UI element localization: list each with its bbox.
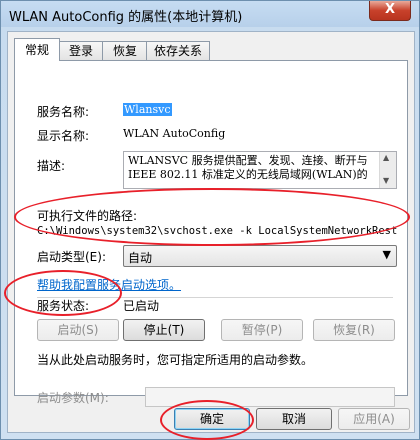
service-name-value[interactable]: Wlansvc (123, 103, 172, 116)
description-box[interactable]: WLANSVC 服务提供配置、发现、连接、断开与 IEEE 802.11 标准定… (123, 151, 397, 189)
start-service-button[interactable]: 启动(S) (37, 319, 119, 341)
start-params-input[interactable] (145, 387, 395, 407)
description-line-2: IEEE 802.11 标准定义的无线局域网(WLAN)的 (128, 168, 368, 181)
tab-dependencies[interactable]: 依存关系 (146, 41, 210, 60)
startup-type-select[interactable]: 自动 ▼ (123, 245, 397, 267)
description-line-1: WLANSVC 服务提供配置、发现、连接、断开与 (128, 154, 368, 167)
start-params-hint: 当从此处启动服务时，您可指定所适用的启动参数。 (37, 353, 314, 367)
title-bar[interactable]: WLAN AutoConfig 的属性(本地计算机) X (1, 1, 419, 27)
close-button[interactable]: X (369, 1, 411, 21)
window-title: WLAN AutoConfig 的属性(本地计算机) (9, 10, 243, 25)
resume-service-button[interactable]: 恢复(R) (313, 319, 395, 341)
description-label: 描述: (37, 159, 66, 173)
help-configure-startup-link[interactable]: 帮助我配置服务启动选项。 (37, 276, 181, 293)
dialog-client-area: 常规 登录 恢复 依存关系 服务名称: Wlansvc 显示名称: WLAN A… (7, 31, 415, 433)
scroll-up-arrow-icon[interactable]: ▲ (383, 153, 389, 162)
display-name-value[interactable]: WLAN AutoConfig (123, 127, 225, 140)
startup-type-label: 启动类型(E): (37, 250, 106, 264)
ok-button[interactable]: 确定 (174, 408, 250, 430)
apply-button[interactable]: 应用(A) (338, 408, 410, 430)
exe-path-label: 可执行文件的路径: (37, 209, 138, 223)
tab-logon[interactable]: 登录 (58, 41, 104, 60)
service-status-value: 已启动 (123, 299, 160, 313)
service-name-label: 服务名称: (37, 105, 90, 119)
service-status-label: 服务状态: (37, 299, 90, 313)
exe-path-value[interactable]: C:\Windows\system32\svchost.exe -k Local… (37, 225, 399, 237)
start-params-label: 启动参数(M): (37, 391, 109, 405)
scroll-down-arrow-icon[interactable]: ▼ (383, 176, 389, 185)
pause-service-button[interactable]: 暂停(P) (221, 319, 303, 341)
cancel-button[interactable]: 取消 (256, 408, 332, 430)
description-text: WLANSVC 服务提供配置、发现、连接、断开与 IEEE 802.11 标准定… (128, 154, 374, 182)
startup-type-value: 自动 (128, 251, 153, 265)
description-scrollbar[interactable]: ▲ ▼ (379, 152, 396, 188)
stop-service-button[interactable]: 停止(T) (123, 319, 205, 341)
display-name-label: 显示名称: (37, 129, 90, 143)
divider (37, 297, 393, 298)
tab-recovery[interactable]: 恢复 (102, 41, 148, 60)
chevron-down-icon: ▼ (382, 248, 391, 261)
properties-window: WLAN AutoConfig 的属性(本地计算机) X 常规 登录 恢复 依存… (0, 0, 420, 440)
tab-general[interactable]: 常规 (14, 38, 60, 61)
general-tab-panel: 服务名称: Wlansvc 显示名称: WLAN AutoConfig 描述: … (14, 60, 408, 407)
